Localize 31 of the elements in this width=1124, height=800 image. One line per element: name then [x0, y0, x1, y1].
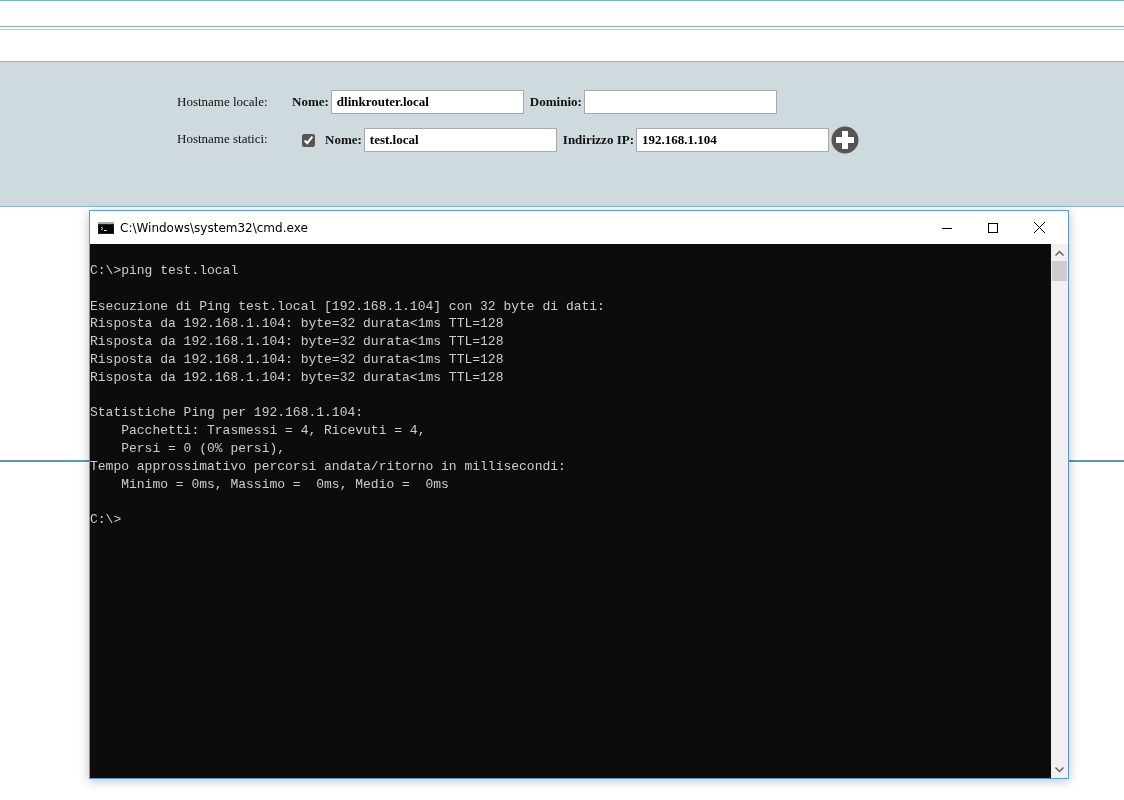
- field-label: Indirizzo IP:: [562, 131, 634, 150]
- console-line: Risposta da 192.168.1.104: byte=32 durata<1ms TTL=128: [90, 315, 504, 334]
- close-icon: [1033, 222, 1045, 233]
- enable-checkbox[interactable]: [302, 133, 315, 147]
- console-line: C:\>ping test.local: [90, 262, 239, 280]
- name-input[interactable]: test.local: [363, 128, 557, 152]
- window-title: C:\Windows\system32\cmd.exe: [120, 219, 309, 237]
- console-line: C:\>: [90, 511, 122, 529]
- scroll-down-icon[interactable]: [1055, 766, 1064, 773]
- console-line: Statistiche Ping per 192.168.1.104:: [90, 404, 364, 423]
- field-label: Nome:: [325, 131, 362, 150]
- add-icon[interactable]: [830, 126, 859, 154]
- ip-input[interactable]: 192.168.1.104: [635, 128, 829, 152]
- field-label: Hostname statici:: [177, 130, 269, 148]
- scroll-up-icon[interactable]: [1055, 249, 1064, 256]
- terminal-icon: [98, 221, 114, 234]
- console-line: Esecuzione di Ping test.local [192.168.1.104] con 32 byte di dati:: [90, 297, 605, 316]
- console-line: Risposta da 192.168.1.104: byte=32 durata<1ms TTL=128: [90, 351, 504, 369]
- field-label: Hostname locale:: [177, 93, 269, 111]
- name-input[interactable]: dlinkrouter.local: [330, 90, 524, 114]
- console-line: Minimo = 0ms, Massimo = 0ms, Medio = 0ms: [120, 475, 449, 494]
- field-label: Dominio:: [529, 93, 582, 112]
- domain-input[interactable]: [583, 90, 777, 114]
- field-label: Nome:: [292, 93, 329, 112]
- maximize-icon: [988, 222, 998, 233]
- console-line: Risposta da 192.168.1.104: byte=32 durata<1ms TTL=128: [90, 333, 504, 351]
- console-line: Tempo approssimativo percorsi andata/ritorno in millisecondi:: [90, 457, 566, 476]
- scroll-thumb[interactable]: [1052, 261, 1067, 281]
- console-line: Persi = 0 (0% persi),: [120, 439, 286, 458]
- console-line: Risposta da 192.168.1.104: byte=32 durata<1ms TTL=128: [90, 368, 504, 387]
- console-line: Pacchetti: Trasmessi = 4, Ricevuti = 4,: [120, 422, 426, 440]
